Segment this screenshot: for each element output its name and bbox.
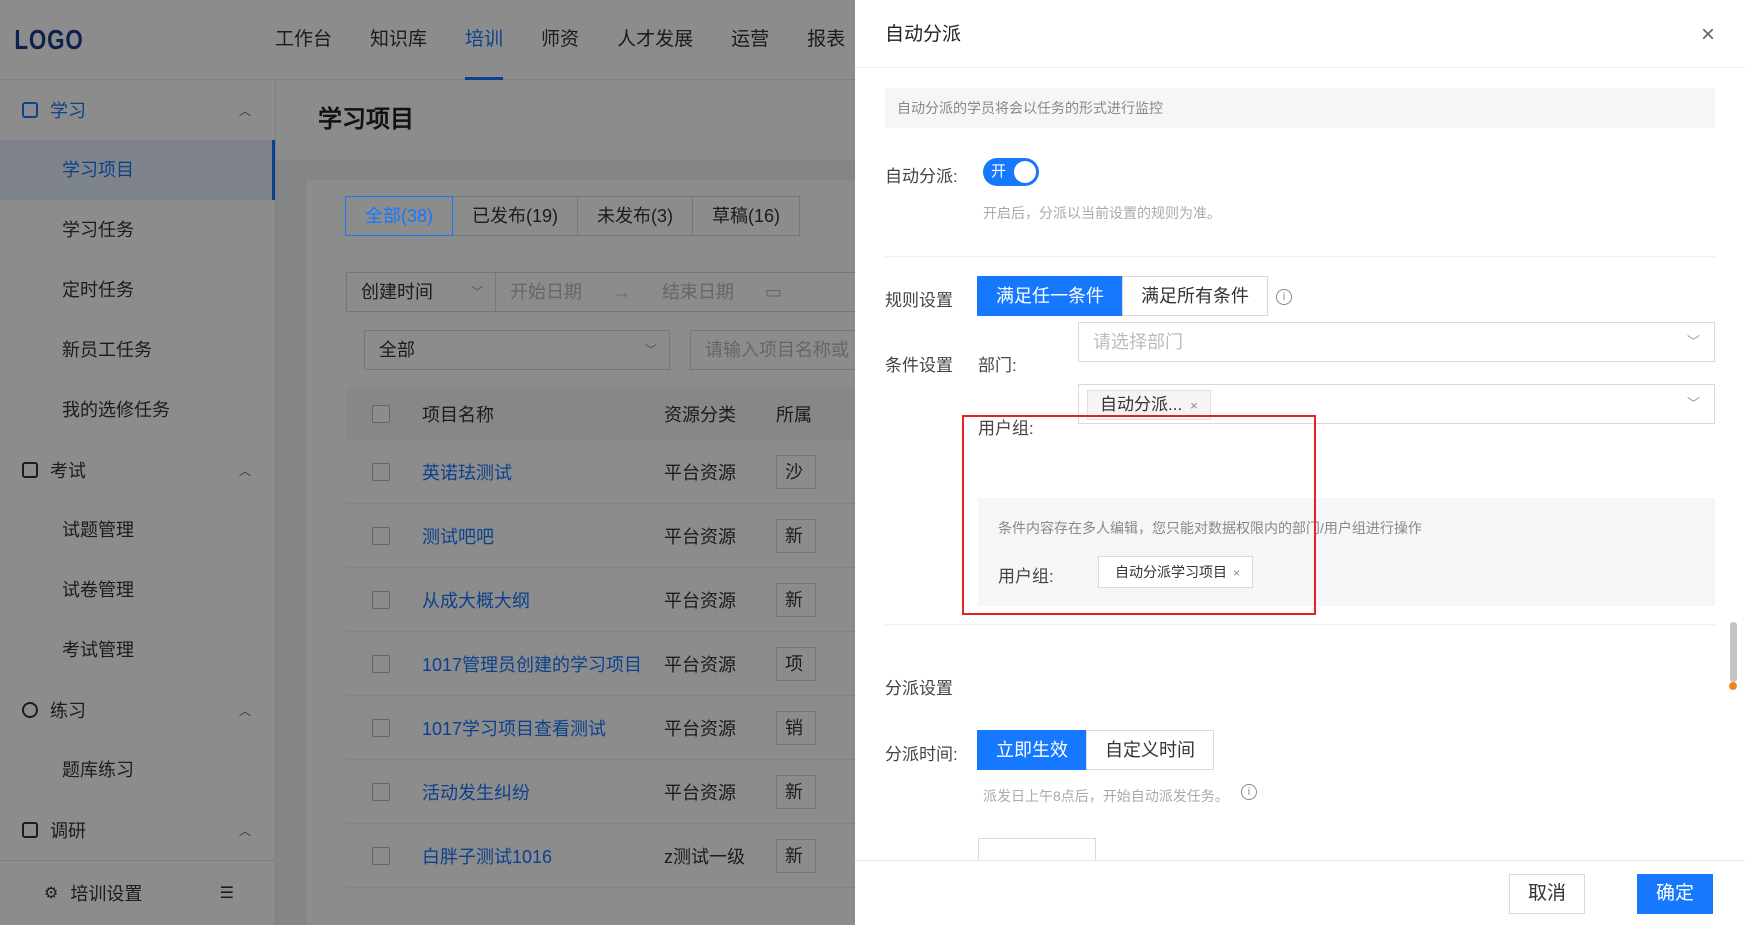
condition-settings-label: 条件设置 <box>885 356 953 375</box>
modal-overlay[interactable] <box>0 0 855 925</box>
info-icon[interactable]: i <box>1276 289 1292 305</box>
user-group-label: 用户组: <box>978 419 1034 438</box>
toggle-knob <box>1014 161 1036 183</box>
rule-any-button[interactable]: 满足任一条件 <box>977 276 1123 316</box>
department-select[interactable]: 请选择部门 ﹀ <box>1078 322 1715 362</box>
dispatch-time-label: 分派时间: <box>885 745 958 764</box>
auto-assign-label: 自动分派: <box>885 167 958 186</box>
user-group-tag-text: 自动分派... <box>1100 395 1183 414</box>
drawer-footer: 取消 确定 <box>855 860 1745 925</box>
drawer-title: 自动分派 <box>885 24 962 45</box>
rule-all-button[interactable]: 满足所有条件 <box>1122 276 1268 316</box>
readonly-user-group-label: 用户组: <box>998 567 1054 586</box>
multi-edit-notice: 条件内容存在多人编辑，您只能对数据权限内的部门/用户组进行操作 <box>998 520 1422 536</box>
immediate-button[interactable]: 立即生效 <box>977 730 1087 770</box>
divider <box>885 256 1715 257</box>
rule-settings-label: 规则设置 <box>885 291 953 310</box>
remove-tag-icon[interactable]: × <box>1190 398 1198 413</box>
chevron-down-icon: ﹀ <box>1686 396 1700 411</box>
multi-edit-panel: 条件内容存在多人编辑，您只能对数据权限内的部门/用户组进行操作 用户组: 自动分… <box>978 498 1715 606</box>
auto-assign-drawer: 自动分派 × 自动分派的学员将会以任务的形式进行监控 自动分派: 开 开启后，分… <box>855 0 1745 925</box>
custom-time-button[interactable]: 自定义时间 <box>1086 730 1214 770</box>
divider <box>885 624 1715 625</box>
toggle-text: 开 <box>991 163 1007 180</box>
tab-all[interactable]: 全部(38) <box>345 196 454 236</box>
department-label: 部门: <box>978 356 1017 375</box>
rule-segmented: 满足任一条件 满足所有条件 <box>977 276 1268 316</box>
user-group-tag: 自动分派... × <box>1087 390 1211 420</box>
scrollbar-marker <box>1729 682 1737 690</box>
info-icon[interactable]: i <box>1241 784 1257 800</box>
drawer-body: 自动分派的学员将会以任务的形式进行监控 自动分派: 开 开启后，分派以当前设置的… <box>855 68 1745 860</box>
confirm-button[interactable]: 确定 <box>1637 874 1714 914</box>
close-icon[interactable]: × <box>1701 0 1715 70</box>
cancel-button[interactable]: 取消 <box>1509 874 1586 914</box>
remove-tag-icon[interactable]: × <box>1233 566 1240 580</box>
drawer-header: 自动分派 × <box>855 0 1745 68</box>
scrollbar[interactable] <box>1730 622 1737 682</box>
readonly-tag-text: 自动分派学习项目 <box>1115 564 1227 580</box>
auto-assign-hint: 开启后，分派以当前设置的规则为准。 <box>983 205 1221 221</box>
dispatch-hint: 派发日上午8点后，开始自动派发任务。 <box>983 788 1229 804</box>
department-placeholder: 请选择部门 <box>1093 332 1183 352</box>
chevron-down-icon: ﹀ <box>1686 334 1700 349</box>
monitor-notice: 自动分派的学员将会以任务的形式进行监控 <box>885 88 1715 128</box>
partial-input <box>978 838 1096 860</box>
readonly-user-group-tag: 自动分派学习项目 × <box>1098 556 1254 588</box>
dispatch-time-segmented: 立即生效 自定义时间 <box>977 730 1214 770</box>
auto-assign-toggle[interactable]: 开 <box>983 158 1039 186</box>
user-group-select[interactable]: 自动分派... × ﹀ <box>1078 384 1715 424</box>
dispatch-settings-label: 分派设置 <box>885 679 953 698</box>
